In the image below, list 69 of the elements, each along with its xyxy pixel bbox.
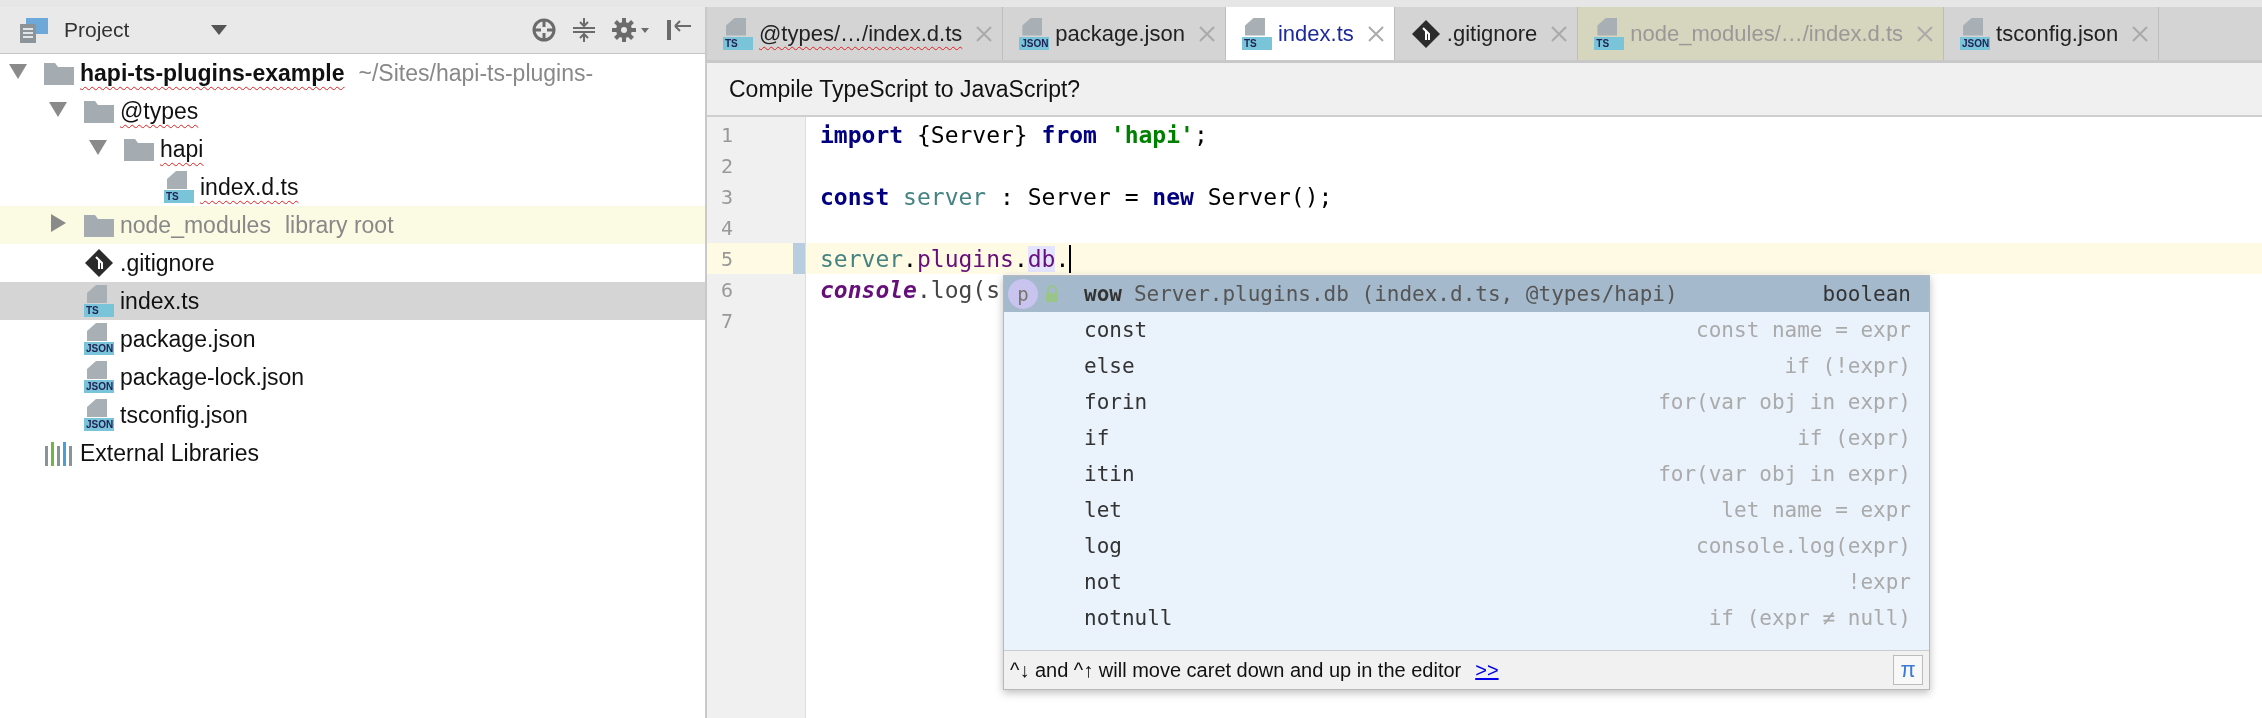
- editor-tab[interactable]: TS node_modules/…/index.d.ts: [1578, 7, 1945, 60]
- line-number: 7: [720, 307, 735, 335]
- item-label: index.d.ts: [200, 173, 299, 201]
- folder-icon: [44, 61, 74, 85]
- completion-item[interactable]: itin for(var obj in expr): [1004, 456, 1929, 492]
- item-path: library root: [284, 211, 394, 239]
- code-line: const server : Server = new Server();: [820, 183, 1333, 210]
- line-number: 4: [720, 214, 735, 242]
- tree-item[interactable]: hapi-ts-plugins-example ~/Sites/hapi-ts-plugins-: [0, 54, 705, 92]
- tree-item[interactable]: JSON tsconfig.json: [0, 396, 705, 434]
- completion-item[interactable]: forin for(var obj in expr): [1004, 384, 1929, 420]
- folder-icon: [84, 213, 114, 237]
- project-view-icon: [18, 16, 50, 44]
- expand-arrow-icon[interactable]: [48, 212, 68, 233]
- more-link[interactable]: >>: [1475, 658, 1499, 682]
- close-icon[interactable]: [1367, 25, 1384, 42]
- lock-icon: [1044, 285, 1060, 303]
- hint-text: ^↓ and ^↑ will move caret down and up in the editor: [1010, 658, 1462, 682]
- item-label: hapi-ts-plugins-example: [80, 59, 345, 87]
- libraries-icon: [44, 440, 74, 466]
- completion-item[interactable]: not !expr: [1004, 564, 1929, 600]
- line-number: 1: [720, 121, 735, 149]
- text-caret: [1069, 244, 1072, 273]
- notification-banner: Compile TypeScript to JavaScript?: [707, 63, 2262, 117]
- completion-item[interactable]: log console.log(expr): [1004, 528, 1929, 564]
- change-marker: [793, 243, 805, 274]
- tree-item[interactable]: .gitignore: [0, 244, 705, 282]
- item-label: External Libraries: [80, 439, 259, 467]
- completion-item[interactable]: notnull if (expr ≠ null): [1004, 600, 1929, 636]
- pi-button[interactable]: π: [1893, 655, 1923, 685]
- completion-item[interactable]: else if (!expr): [1004, 348, 1929, 384]
- tree-item[interactable]: @types: [0, 92, 705, 130]
- collapse-all-icon[interactable]: [571, 16, 597, 44]
- completion-item[interactable]: p wow Server.plugins.db (index.d.ts, @types/hapi) boolean: [1004, 276, 1929, 312]
- completion-item[interactable]: const const name = expr: [1004, 312, 1929, 348]
- panel-title: Project: [64, 18, 130, 42]
- git-icon: [84, 248, 114, 278]
- tree-item[interactable]: hapi: [0, 130, 705, 168]
- tree-item[interactable]: External Libraries: [0, 434, 705, 472]
- property-icon: p: [1008, 279, 1038, 309]
- locate-icon[interactable]: [531, 17, 557, 43]
- item-label: @types: [120, 97, 199, 125]
- settings-icon[interactable]: [611, 16, 651, 44]
- tree-item[interactable]: TS index.ts: [0, 282, 705, 320]
- folder-icon: [84, 99, 114, 123]
- line-number: 2: [720, 152, 735, 180]
- tree-item[interactable]: TS index.d.ts: [0, 168, 705, 206]
- item-label: index.ts: [120, 287, 200, 315]
- code-line: console.log(s: [820, 276, 1001, 303]
- item-label: tsconfig.json: [120, 401, 248, 429]
- code-line: import {Server} from 'hapi';: [820, 121, 1208, 148]
- git-icon: [1410, 18, 1441, 49]
- item-label: package.json: [120, 325, 256, 353]
- folder-icon: [124, 137, 154, 161]
- dropdown-caret-icon[interactable]: [211, 25, 227, 35]
- tree-item[interactable]: JSON package.json: [0, 320, 705, 358]
- item-label: package-lock.json: [120, 363, 305, 391]
- code-line: server.plugins.db.: [820, 245, 1070, 272]
- item-label: hapi: [160, 135, 204, 163]
- completion-item[interactable]: if if (expr): [1004, 420, 1929, 456]
- line-number: 3: [720, 183, 735, 211]
- item-path: ~/Sites/hapi-ts-plugins-: [358, 59, 594, 87]
- completion-item[interactable]: let let name = expr: [1004, 492, 1929, 528]
- item-label: .gitignore: [120, 249, 215, 277]
- item-label: node_modules: [120, 211, 271, 239]
- editor-tab[interactable]: TS index.ts: [1225, 7, 1395, 60]
- line-number: 6: [720, 276, 735, 304]
- tree-item[interactable]: JSON package-lock.json: [0, 358, 705, 396]
- line-number: 5: [707, 243, 805, 274]
